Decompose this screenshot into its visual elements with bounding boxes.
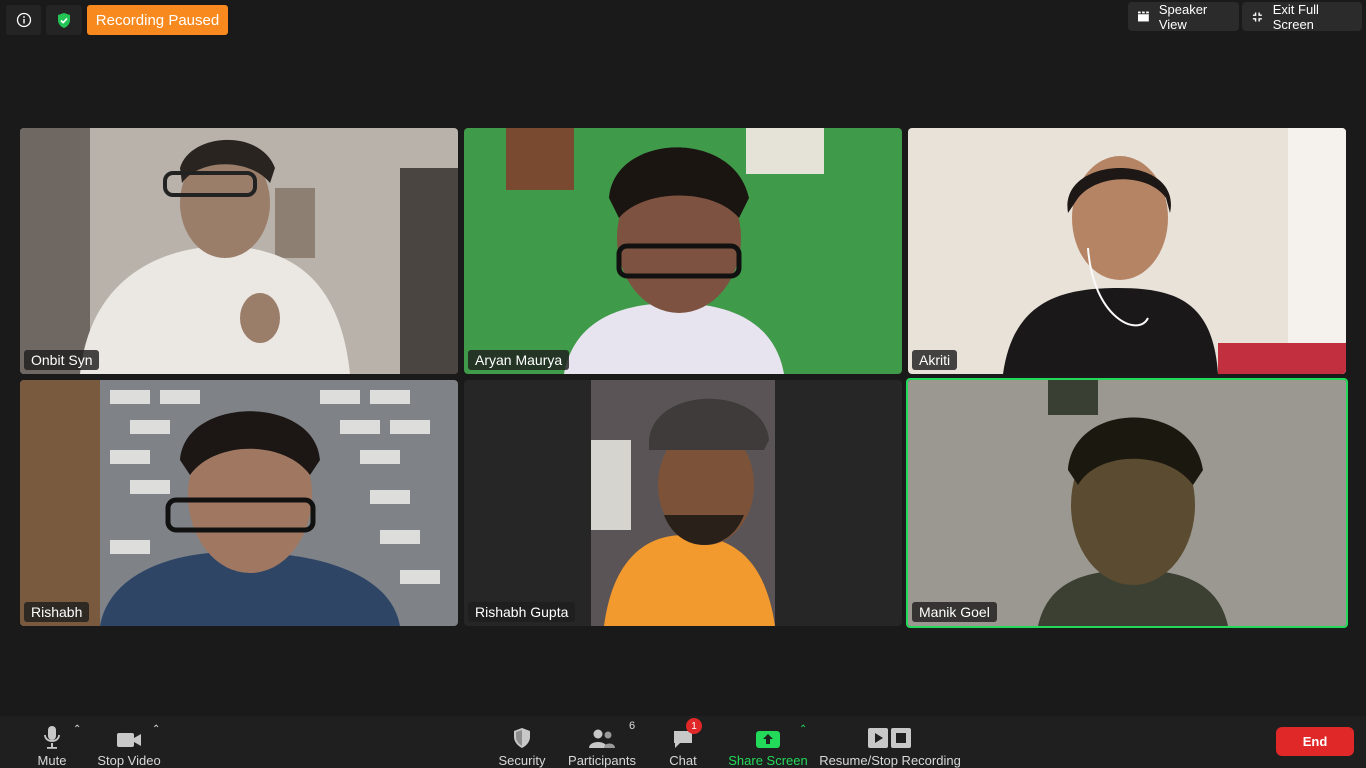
video-options-caret[interactable]: ⌃ [152, 724, 160, 735]
end-meeting-button[interactable]: End [1276, 727, 1354, 756]
exit-fullscreen-button[interactable]: Exit Full Screen [1242, 1, 1362, 32]
share-screen-icon [756, 731, 780, 748]
audio-options-caret[interactable]: ⌃ [73, 724, 81, 735]
exit-fullscreen-icon [1252, 12, 1262, 21]
participant-name-label: Akriti [912, 350, 958, 370]
shield-check-icon [58, 12, 70, 28]
participant-name-label: Rishabh [24, 602, 90, 622]
video-tile[interactable]: Akriti [908, 128, 1346, 374]
security-button[interactable]: Security [496, 716, 548, 768]
resume-stop-recording-button[interactable]: Resume/Stop Recording [819, 716, 961, 768]
speaker-view-label: Speaker View [1158, 1, 1208, 32]
video-tile-active-speaker[interactable]: Manik Goel [906, 378, 1348, 628]
info-button[interactable] [6, 5, 41, 35]
participant-video [908, 128, 1346, 374]
participant-name-label: Rishabh Gupta [468, 602, 576, 622]
recording-controls-label: Resume/Stop Recording [819, 753, 961, 768]
microphone-icon [44, 726, 60, 749]
participants-label: Participants [568, 753, 636, 768]
share-screen-button[interactable]: Share Screen [728, 716, 808, 768]
chat-unread-badge: 1 [686, 718, 702, 734]
video-tile[interactable]: Onbit Syn [20, 128, 458, 374]
participant-video [20, 380, 458, 626]
participant-video [464, 128, 902, 374]
participants-button[interactable]: Participants [568, 716, 636, 768]
video-tile[interactable]: Rishabh [20, 380, 458, 626]
play-stop-icon [868, 728, 911, 748]
recording-status-badge: Recording Paused [87, 5, 228, 35]
participant-name-label: Onbit Syn [24, 350, 100, 370]
stop-video-label: Stop Video [97, 753, 161, 768]
speaker-view-button[interactable]: Speaker View [1128, 1, 1239, 32]
security-shield-icon [514, 728, 530, 748]
mute-label: Mute [37, 753, 67, 768]
encryption-button[interactable] [46, 5, 82, 35]
chat-label: Chat [669, 753, 697, 768]
participant-name-label: Manik Goel [912, 602, 997, 622]
video-tile[interactable]: Rishabh Gupta [464, 380, 902, 626]
video-tile[interactable]: Aryan Maurya [464, 128, 902, 374]
video-camera-icon [117, 733, 141, 747]
participants-icon [589, 729, 615, 748]
speaker-view-icon [1138, 11, 1149, 22]
participant-video [464, 380, 902, 626]
share-screen-label: Share Screen [728, 753, 808, 768]
meeting-toolbar: Mute ⌃ Stop Video ⌃ Security Participant… [0, 716, 1366, 768]
exit-fullscreen-label: Exit Full Screen [1272, 1, 1319, 32]
share-screen-options-caret[interactable]: ⌃ [799, 724, 807, 735]
participant-name-label: Aryan Maurya [468, 350, 570, 370]
participant-video [908, 380, 1346, 626]
participants-count: 6 [629, 720, 636, 732]
security-label: Security [498, 753, 546, 768]
participant-video [20, 128, 458, 374]
info-icon [16, 12, 31, 28]
mute-button[interactable]: Mute [34, 716, 70, 768]
